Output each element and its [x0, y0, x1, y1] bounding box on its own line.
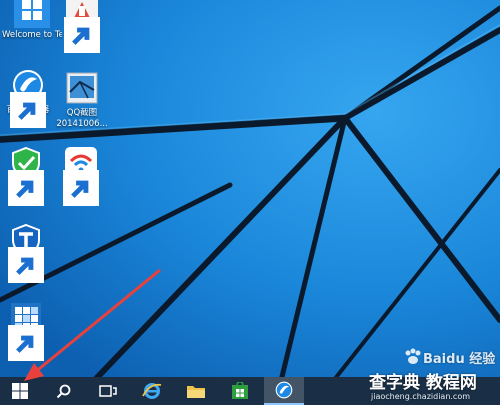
windows-logo-icon: [14, 0, 50, 28]
taskbar: [0, 377, 500, 405]
search-icon: [56, 384, 71, 399]
internet-explorer-button[interactable]: [132, 377, 172, 405]
shortcut-arrow-icon: [8, 325, 44, 361]
task-view-icon: [99, 385, 117, 397]
shortcut-arrow-icon: [10, 92, 46, 128]
folder-icon: [187, 386, 205, 398]
desktop-icon-baidu-antivirus[interactable]: 百度杀毒: [0, 145, 56, 206]
desktop-icon-wanmei-mofang[interactable]: 软媒魔方: [0, 300, 56, 361]
store-icon: [232, 382, 248, 399]
windows-logo-icon: [12, 383, 28, 399]
desktop-icon-baidu-browser[interactable]: 百度浏览器: [0, 67, 58, 128]
baidu-browser-icon: [275, 381, 293, 399]
search-button[interactable]: [44, 377, 84, 405]
shortcut-arrow-icon: [64, 17, 100, 53]
store-button[interactable]: [220, 377, 260, 405]
desktop-icon-yijian-qingli[interactable]: 一键清理: [52, 0, 112, 53]
desktop-icon-xiaodu-wifi[interactable]: 小度WiFi: [51, 145, 111, 206]
baidu-browser-taskbar-button[interactable]: [264, 377, 304, 405]
start-button[interactable]: [0, 377, 40, 405]
shortcut-arrow-icon: [8, 247, 44, 283]
desktop-icon-label: QQ截图 20141006...: [56, 108, 108, 129]
desktop-icon-baidu-guard[interactable]: 百度卫士: [0, 222, 56, 283]
task-view-button[interactable]: [88, 377, 128, 405]
desktop-icon-qq-screenshot[interactable]: QQ截图 20141006...: [52, 70, 112, 130]
image-file-icon: [66, 72, 98, 104]
desktop: Welcome to Tech Previ... 一键清理: [0, 0, 500, 377]
shortcut-arrow-icon: [8, 170, 44, 206]
shortcut-arrow-icon: [63, 170, 99, 206]
ie-icon: [142, 383, 162, 399]
file-explorer-button[interactable]: [176, 377, 216, 405]
